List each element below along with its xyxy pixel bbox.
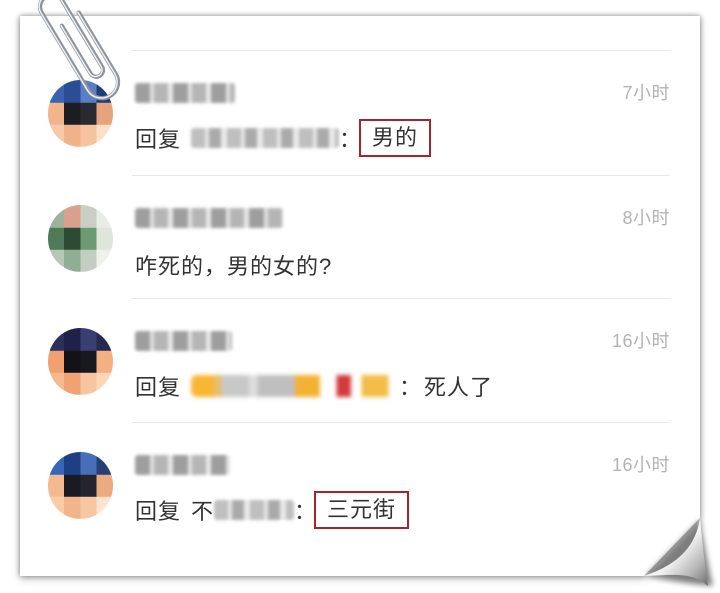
reply-label: 回复 [135,375,182,400]
comment-item[interactable]: 16小时 回复 不 ： 三元街 [20,422,700,546]
comment-text: 回复 ： 男的 [135,119,431,157]
separator: ： [399,375,422,400]
comment-body: 死人了 [424,375,494,400]
comment-time: 16小时 [611,331,670,351]
divider [132,298,670,299]
comment-time: 7小时 [622,83,670,103]
comment-time: 16小时 [611,455,670,475]
divider [132,422,670,423]
paperclip-icon [37,0,121,101]
mention-redacted[interactable] [214,500,294,520]
mention-prefix[interactable]: 不 [191,494,214,526]
username-redacted[interactable] [135,455,230,475]
separator: ： [294,499,317,524]
avatar[interactable] [48,328,113,395]
mention-redacted[interactable] [191,128,339,148]
separator: ： [339,127,362,152]
username-redacted[interactable] [135,208,283,228]
comment-item[interactable]: 8小时 咋死的，男的女的? [20,175,700,299]
comment-time: 8小时 [622,208,670,228]
avatar[interactable] [48,452,113,519]
comment-text: 回复 不 ： 三元街 [135,491,409,529]
mention-redacted[interactable] [191,375,399,397]
username-redacted[interactable] [135,331,232,351]
divider [132,50,670,51]
highlight-box: 三元街 [314,491,409,529]
highlight-box: 男的 [359,119,431,157]
comment-item[interactable]: 16小时 回复 ： 死人了 [20,298,700,422]
reply-label: 回复 [135,127,182,152]
page-curl [644,518,713,586]
avatar[interactable] [48,205,113,272]
reply-label: 回复 [135,499,182,524]
divider [132,175,670,176]
comment-text: 回复 ： 死人了 [135,367,493,405]
comment-text: 咋死的，男的女的? [135,246,332,284]
comment-body: 咋死的，男的女的? [135,254,333,279]
username-redacted[interactable] [135,83,235,103]
